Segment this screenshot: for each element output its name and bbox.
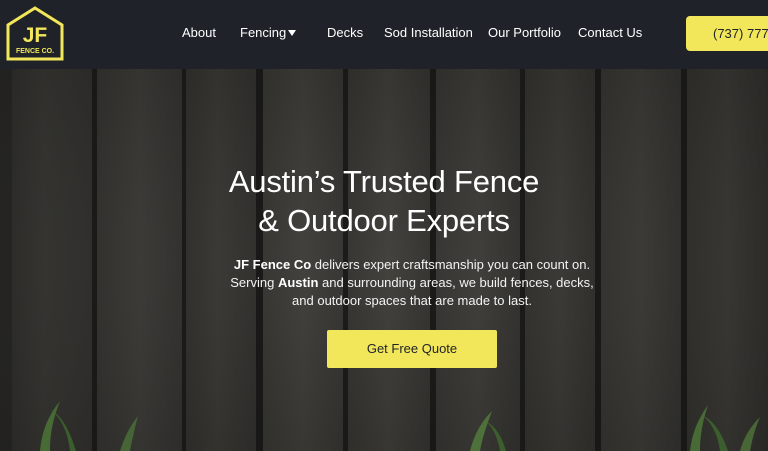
hero-description-line-2: Serving Austin and surrounding areas, we… xyxy=(200,274,624,292)
phone-call-button[interactable]: (737) 777- xyxy=(686,16,768,51)
nav-sod-installation-link[interactable]: Sod Installation xyxy=(384,25,473,41)
hero-title-line-1: Austin’s Trusted Fence xyxy=(228,164,540,199)
brand-name: JF Fence Co xyxy=(233,257,312,272)
caret-down-icon[interactable] xyxy=(288,30,296,36)
logo-letters: JF xyxy=(23,24,48,47)
hero-description: JF Fence Co delivers expert craftsmanshi… xyxy=(200,256,624,310)
get-free-quote-label: Get Free Quote xyxy=(366,341,458,356)
nav-decks-link[interactable]: Decks xyxy=(327,25,363,41)
nav-contact-link[interactable]: Contact Us xyxy=(578,25,642,41)
hero-description-line-3: and outdoor spaces that are made to last… xyxy=(292,293,532,308)
grass-decoration xyxy=(40,401,760,451)
hero-description-text: and surrounding areas, we build fences, … xyxy=(318,275,594,290)
site-header: JF FENCE CO. About Fencing Decks Sod Ins… xyxy=(0,0,768,69)
hero-description-line-1: JF Fence Co delivers expert craftsmanshi… xyxy=(200,256,624,274)
nav-portfolio-link[interactable]: Our Portfolio xyxy=(488,25,561,41)
logo-subtitle: FENCE CO. xyxy=(16,48,54,55)
jf-fence-co-logo[interactable]: JF FENCE CO. xyxy=(6,6,64,61)
nav-about-link[interactable]: About xyxy=(182,25,216,41)
city-name: Austin xyxy=(277,275,319,290)
hero-description-text: delivers expert craftsmanship you can co… xyxy=(311,257,591,272)
hero-title-line-2: & Outdoor Experts xyxy=(258,203,510,238)
hero-title: Austin’s Trusted Fence & Outdoor Experts xyxy=(184,162,584,240)
hero-section: Austin’s Trusted Fence & Outdoor Experts… xyxy=(0,69,768,451)
phone-number-label: (737) 777- xyxy=(713,26,768,41)
get-free-quote-button[interactable]: Get Free Quote xyxy=(327,330,497,368)
nav-fencing-link[interactable]: Fencing xyxy=(240,25,286,41)
hero-description-text: Serving xyxy=(230,275,278,290)
